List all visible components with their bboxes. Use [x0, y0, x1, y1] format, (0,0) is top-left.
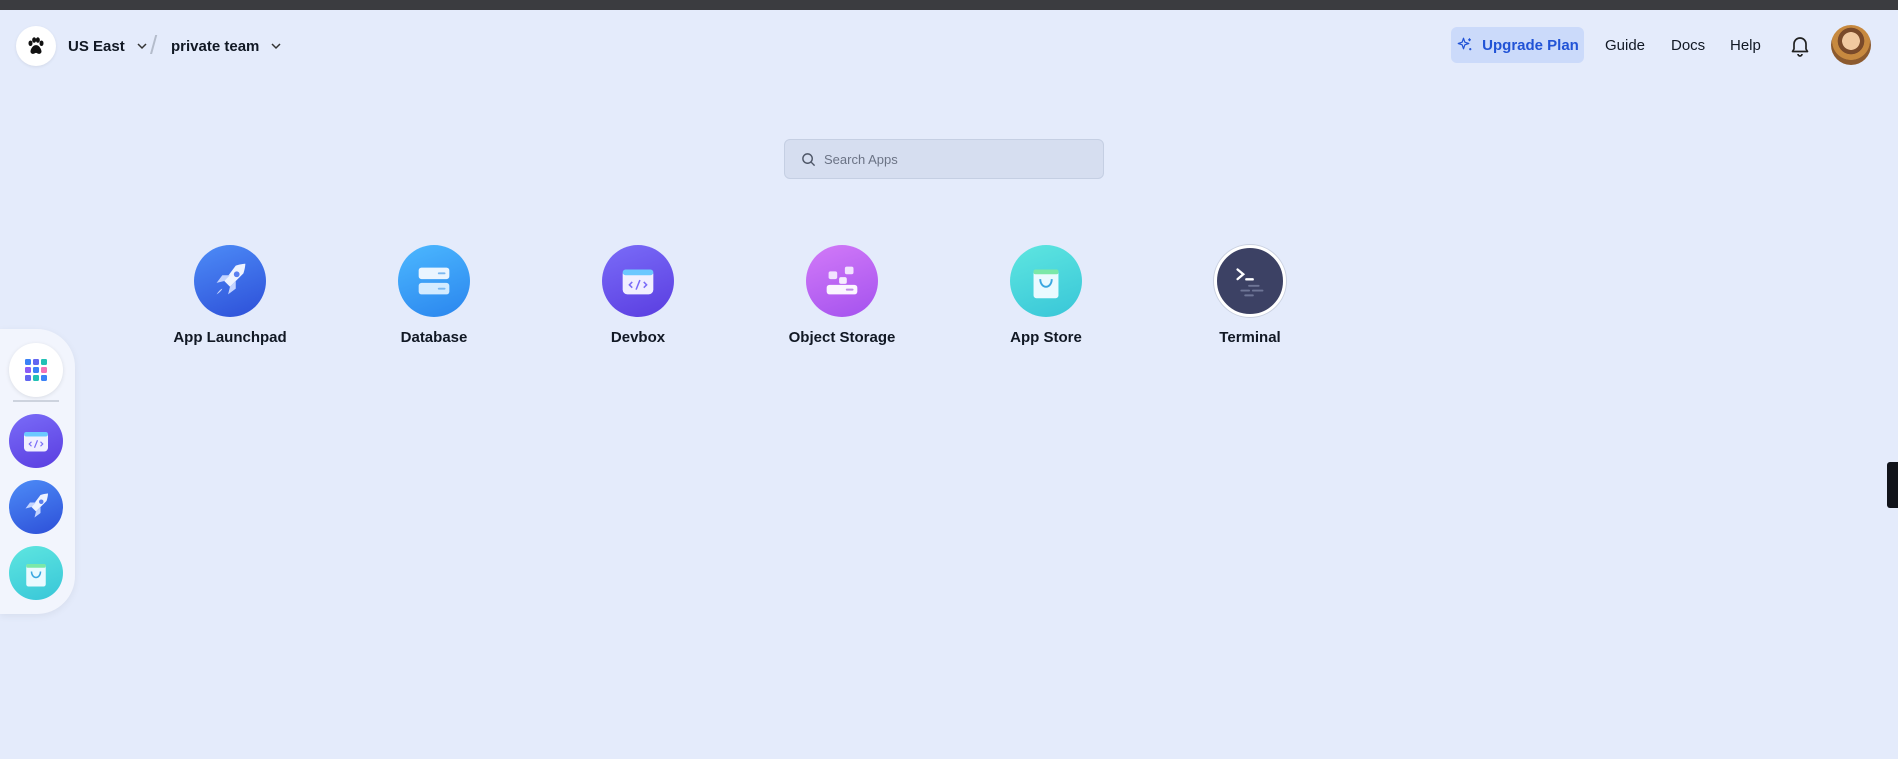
- database-icon: [398, 245, 470, 317]
- side-panel-handle[interactable]: [1887, 462, 1898, 508]
- team-selector[interactable]: private team: [171, 34, 283, 58]
- app-label: App Store: [1010, 329, 1082, 346]
- shopping-bag-icon[interactable]: [9, 546, 63, 600]
- shopping-bag-icon: [1010, 245, 1082, 317]
- terminal-tile[interactable]: Terminal: [1180, 245, 1320, 355]
- search-bar[interactable]: [784, 139, 1104, 179]
- avatar[interactable]: [1831, 25, 1871, 65]
- object-storage-tile[interactable]: Object Storage: [772, 245, 912, 355]
- app-label: Object Storage: [788, 329, 896, 346]
- upgrade-plan-label: Upgrade Plan: [1482, 36, 1579, 54]
- browser-top-strip: [0, 0, 1898, 10]
- rocket-icon[interactable]: [9, 480, 63, 534]
- terminal-icon: [1214, 245, 1286, 317]
- top-bar: US East / private team Upgrade Plan Guid…: [0, 10, 1898, 82]
- team-label: private team: [171, 37, 260, 55]
- app-label: App Launchpad: [173, 329, 287, 346]
- region-selector[interactable]: US East: [68, 34, 149, 58]
- bell-icon[interactable]: [1788, 34, 1812, 58]
- search-input[interactable]: [824, 151, 1084, 167]
- nav-guide-link[interactable]: Guide: [1605, 37, 1645, 55]
- rocket-icon: [194, 245, 266, 317]
- app-label: Terminal: [1219, 329, 1281, 346]
- app-label: Database: [400, 329, 468, 346]
- devbox-tile[interactable]: Devbox: [568, 245, 708, 355]
- chevron-down-icon: [137, 43, 147, 50]
- dock-divider: [13, 400, 59, 402]
- app-launchpad-tile[interactable]: App Launchpad: [160, 245, 300, 355]
- app-grid-icon[interactable]: [9, 343, 63, 397]
- nav-docs-link[interactable]: Docs: [1671, 37, 1705, 55]
- region-label: US East: [68, 37, 125, 55]
- code-window-icon: [602, 245, 674, 317]
- search-icon: [802, 152, 816, 166]
- nav-help-link[interactable]: Help: [1730, 37, 1761, 55]
- app-label: Devbox: [610, 329, 666, 346]
- app-dock: [0, 329, 75, 614]
- sparkle-icon: [1457, 37, 1472, 51]
- logo-paw-icon[interactable]: [16, 26, 56, 66]
- upgrade-plan-button[interactable]: Upgrade Plan: [1451, 27, 1584, 63]
- breadcrumb-separator: /: [150, 30, 158, 60]
- code-window-icon[interactable]: [9, 414, 63, 468]
- database-tile[interactable]: Database: [364, 245, 504, 355]
- app-store-tile[interactable]: App Store: [976, 245, 1116, 355]
- chevron-down-icon: [271, 43, 281, 50]
- storage-blocks-icon: [806, 245, 878, 317]
